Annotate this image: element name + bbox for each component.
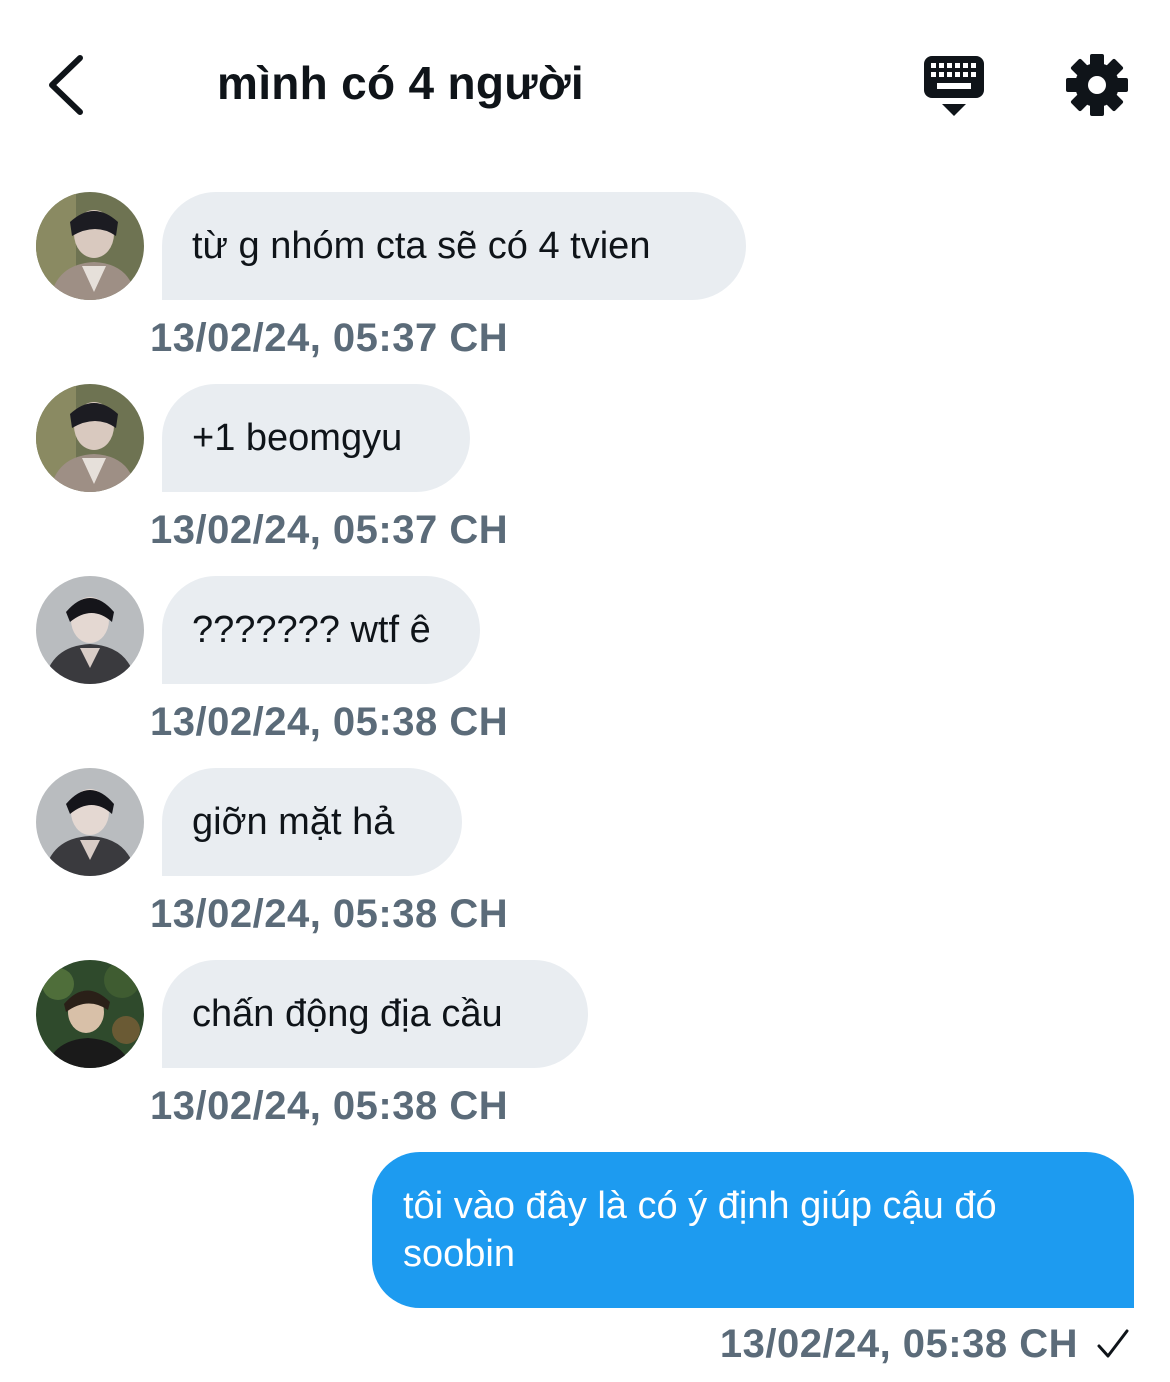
message-timestamp: 13/02/24, 05:38 CH	[150, 1084, 509, 1128]
back-button[interactable]	[38, 50, 94, 120]
avatar-image	[36, 384, 144, 492]
avatar-image	[36, 576, 144, 684]
conversation-header: mình có 4 người	[0, 0, 1170, 160]
avatar-image	[36, 960, 144, 1068]
checkmark-icon	[1097, 1329, 1129, 1358]
message-bubble-incoming[interactable]: ??????? wtf ê	[162, 576, 480, 684]
read-status	[1096, 1326, 1130, 1362]
chevron-left-icon	[49, 55, 83, 115]
message-bubble-incoming[interactable]: +1 beomgyu	[162, 384, 470, 492]
avatar[interactable]	[36, 960, 144, 1068]
settings-button[interactable]	[1064, 52, 1130, 118]
message-timestamp: 13/02/24, 05:37 CH	[150, 316, 509, 360]
keyboard-button[interactable]	[920, 54, 988, 120]
avatar[interactable]	[36, 192, 144, 300]
message-timestamp: 13/02/24, 05:37 CH	[150, 508, 509, 552]
message-timestamp: 13/02/24, 05:38 CH	[719, 1322, 1078, 1366]
gear-icon	[1066, 54, 1128, 116]
avatar-image	[36, 192, 144, 300]
avatar[interactable]	[36, 576, 144, 684]
avatar[interactable]	[36, 384, 144, 492]
message-bubble-outgoing[interactable]: tôi vào đây là có ý định giúp cậu đó soo…	[372, 1152, 1134, 1308]
message-timestamp: 13/02/24, 05:38 CH	[150, 892, 509, 936]
message-bubble-incoming[interactable]: từ g nhóm cta sẽ có 4 tvien	[162, 192, 746, 300]
message-bubble-incoming[interactable]: giỡn mặt hả	[162, 768, 462, 876]
conversation-title: mình có 4 người	[217, 57, 584, 109]
keyboard-icon	[924, 56, 984, 116]
message-bubble-incoming[interactable]: chấn động địa cầu	[162, 960, 588, 1068]
message-timestamp: 13/02/24, 05:38 CH	[150, 700, 509, 744]
avatar[interactable]	[36, 768, 144, 876]
avatar-image	[36, 768, 144, 876]
